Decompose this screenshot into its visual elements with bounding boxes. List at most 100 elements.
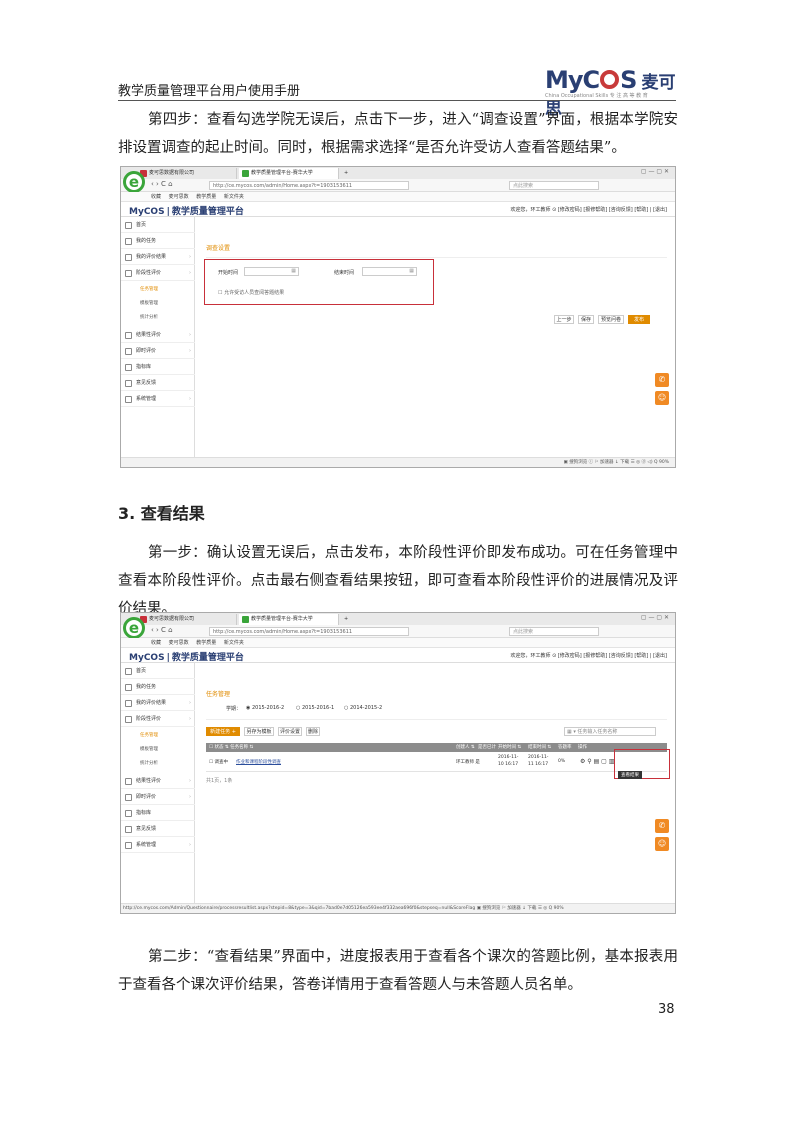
flag-icon [125,270,132,277]
col-creator[interactable]: 创建人 ⇅ [456,743,475,752]
sidebar-sub-task-manage[interactable]: 任务管理 [121,729,195,743]
sidebar-item-label: 结果性评价 [136,778,162,784]
row-action-icons[interactable]: ⚙ ⚲ ▤ ▢ ▥ [580,758,614,765]
favicon-icon [242,616,249,623]
doc-icon [125,794,132,801]
bookmark-item[interactable]: 收藏 [151,194,161,200]
browser-tab-2[interactable]: 教学质量管理平台-赛华大学 [239,168,339,179]
bookmark-item[interactable]: 麦可思数 [169,640,189,646]
sidebar-item-my-results[interactable]: 我的评价结果 › [121,695,195,711]
row-task-name-link[interactable]: 作业和课程阶段性调查 [236,759,281,765]
sidebar-item-indicators[interactable]: 指标库 [121,805,195,821]
url-input[interactable]: http://ce.mycos.com/admin/Home.aspx?t=19… [209,627,409,636]
sidebar-item-my-results[interactable]: 我的评价结果 › [121,249,195,265]
qq-icon[interactable]: ☺ [655,837,669,851]
app-user-bar[interactable]: 欢迎您，环工教师 ⊙ [修改密码] [报修帮助] [咨询反馈] [帮助] | [… [510,652,667,659]
sidebar-item-label: 指标库 [136,364,152,370]
paragraph-step4: 第四步：查看勾选学院无误后，点击下一步，进入“调查设置”界面，根据本学院安排设置… [118,112,678,156]
col-end[interactable]: 结束时间 ⇅ [528,743,551,752]
sidebar-sub-template-manage[interactable]: 模板管理 [121,297,195,311]
sidebar-item-stage-eval[interactable]: 阶段性评价 › [121,711,195,727]
phone-icon[interactable]: ✆ [655,819,669,833]
preview-button[interactable]: 预览问卷 [598,315,624,324]
bookmark-item[interactable]: 新文件夹 [224,640,244,646]
col-start[interactable]: 开始时间 ⇅ [498,743,521,752]
sidebar-item-stage-eval[interactable]: 阶段性评价 › [121,265,195,281]
window-controls[interactable]: ▢ — ▢ ✕ [641,168,669,175]
new-tab-button[interactable]: + [341,168,355,179]
new-tab-button[interactable]: + [341,614,355,625]
sidebar-item-system[interactable]: 系统管理 › [121,837,195,853]
app-logo-name: 教学质量管理平台 [171,653,244,663]
sidebar-item-label: 阶段性评价 [136,270,162,276]
chevron-right-icon: › [189,396,191,402]
home-icon [125,668,132,675]
publish-button[interactable]: 发布 [628,315,650,324]
sidebar-item-result-eval[interactable]: 结果性评价 › [121,327,195,343]
chevron-right-icon: › [189,778,191,784]
sidebar-item-tasks[interactable]: 我的任务 [121,233,195,249]
url-input[interactable]: http://ce.mycos.com/admin/Home.aspx?t=19… [209,181,409,190]
gear-icon [125,842,132,849]
row-creator: 环工教师 是 [456,760,480,765]
term-radio-2[interactable]: ○ 2015-2016-1 [296,705,334,711]
term-label: 学期： [226,706,242,712]
eval-settings-button[interactable]: 评价设置 [278,727,302,736]
sidebar-item-home[interactable]: 首页 [121,217,195,233]
browser-tab-1[interactable]: 麦可思数据有限公司 [137,168,237,179]
col-status-name[interactable]: ☐ 状态 ⇅ 任务名称 ⇅ [209,743,253,752]
screenshot-task-manage: 麦可思数据有限公司 教学质量管理平台-赛华大学 + ▢ — ▢ ✕ ‹ › C … [120,612,676,914]
sidebar-item-feedback[interactable]: 意见反馈 [121,375,195,391]
delete-button[interactable]: 删除 [306,727,320,736]
prev-button[interactable]: 上一步 [554,315,574,324]
col-counted: 是否已计 [478,745,496,750]
qq-icon[interactable]: ☺ [655,391,669,405]
sidebar-sub-template-manage[interactable]: 模板管理 [121,743,195,757]
tab-label: 麦可思数据有限公司 [149,170,195,176]
bookmark-item[interactable]: 教学质量 [196,194,216,200]
bookmark-item[interactable]: 收藏 [151,640,161,646]
app-logo-brand: MyCOS [129,653,165,663]
term-radio-3[interactable]: ○ 2014-2015-2 [344,705,382,711]
sidebar-item-instant-eval[interactable]: 即时评价 › [121,343,195,359]
chevron-right-icon: › [189,716,191,722]
term-radio-1[interactable]: ◉ 2015-2016-2 [246,705,284,711]
status-text: http://ce.mycos.com/Admin/Questionnaire/… [123,906,564,911]
browser-tabbar: 麦可思数据有限公司 教学质量管理平台-赛华大学 + ▢ — ▢ ✕ [121,167,675,179]
phone-icon[interactable]: ✆ [655,373,669,387]
paragraph-step2: 第二步：“查看结果”界面中，进度报表用于查看各个课次的答题比例，基本报表用于查看… [118,949,678,993]
browser-tab-2[interactable]: 教学质量管理平台-赛华大学 [239,614,339,625]
browser-logo-icon: e [123,617,145,639]
save-template-button[interactable]: 另存为模板 [244,727,274,736]
sidebar-sub-task-manage[interactable]: 任务管理 [121,283,195,297]
chevron-right-icon: › [189,270,191,276]
browser-search-input[interactable]: 点此搜索 [509,181,599,190]
nav-buttons[interactable]: ‹ › C ⌂ [151,180,173,188]
row-status[interactable]: ☐ 调查中 [209,759,228,765]
save-button[interactable]: 保存 [578,315,594,324]
nav-buttons[interactable]: ‹ › C ⌂ [151,626,173,634]
sidebar-item-result-eval[interactable]: 结果性评价 › [121,773,195,789]
screenshot-survey-settings: 麦可思数据有限公司 教学质量管理平台-赛华大学 + ▢ — ▢ ✕ ‹ › C … [120,166,676,468]
browser-tab-1[interactable]: 麦可思数据有限公司 [137,614,237,625]
sidebar-sub-stats[interactable]: 统计分析 [121,757,195,771]
bookmark-item[interactable]: 新文件夹 [224,194,244,200]
new-task-button[interactable]: 新建任务 + [206,727,240,736]
sidebar-item-indicators[interactable]: 指标库 [121,359,195,375]
sidebar-sub-stats[interactable]: 统计分析 [121,311,195,325]
app-user-bar[interactable]: 欢迎您，环工教师 ⊙ [修改密码] [报修帮助] [咨询反馈] [帮助] | [… [510,206,667,213]
browser-search-input[interactable]: 点此搜索 [509,627,599,636]
clock-icon [125,332,132,339]
sidebar-item-feedback[interactable]: 意见反馈 [121,821,195,837]
bookmark-item[interactable]: 教学质量 [196,640,216,646]
divider [206,257,667,258]
sidebar-item-instant-eval[interactable]: 即时评价 › [121,789,195,805]
bookmark-item[interactable]: 麦可思数 [169,194,189,200]
window-controls[interactable]: ▢ — ▢ ✕ [641,614,669,621]
sidebar-item-system[interactable]: 系统管理 › [121,391,195,407]
status-text: ▣ 搜狗浏览 ⓘ ⚐ 加速器 ↓ 下载 ☰ ◎ ⓓ ◁) Q 90% [563,460,669,465]
row-start: 2016-11-10 16:17 [498,755,519,767]
sidebar-item-tasks[interactable]: 我的任务 [121,679,195,695]
task-search-input[interactable]: ▦ ▾ 任务输入任务名称 [564,727,656,736]
sidebar-item-home[interactable]: 首页 [121,663,195,679]
